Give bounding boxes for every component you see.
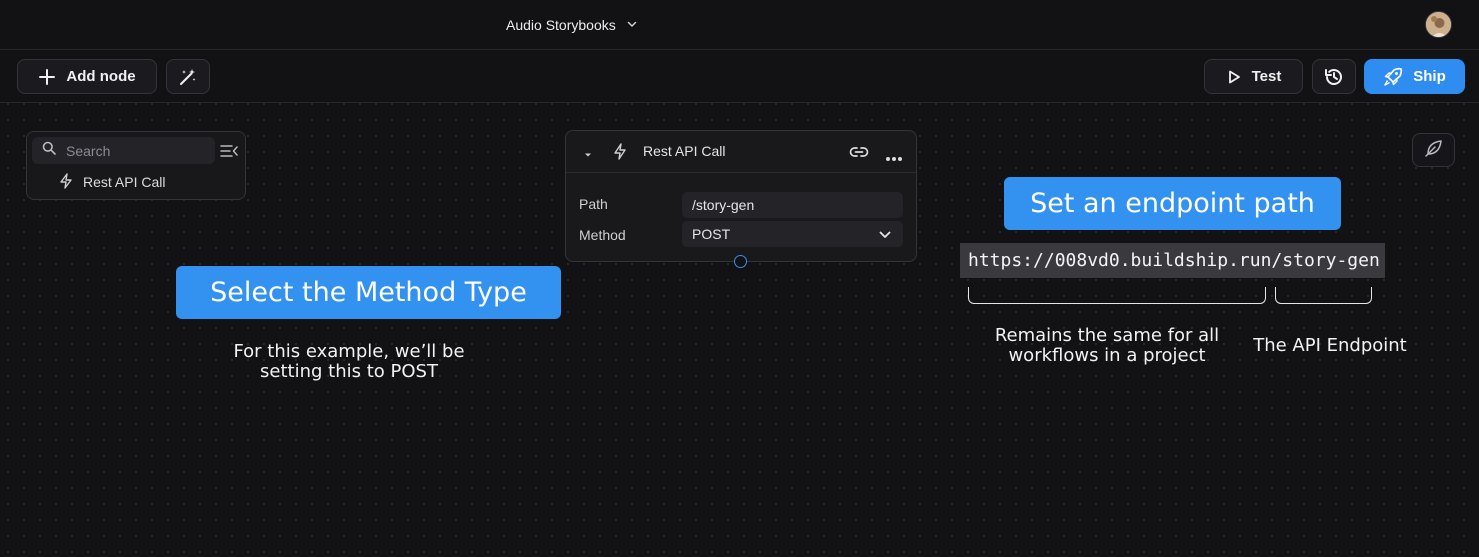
add-node-label: Add node: [66, 68, 136, 85]
path-label: Path: [579, 196, 608, 212]
node-output-handle[interactable]: [734, 255, 747, 268]
search-input[interactable]: Search: [32, 137, 215, 164]
corner-tool-button[interactable]: [1412, 133, 1455, 167]
endpoint-caption: The API Endpoint: [1253, 335, 1407, 356]
top-bar: Audio Storybooks: [0, 0, 1479, 50]
endpoint-callout: Set an endpoint path: [1004, 177, 1341, 230]
project-selector[interactable]: Audio Storybooks: [506, 15, 638, 35]
method-value: POST: [692, 226, 731, 242]
path-value: /story-gen: [692, 197, 755, 213]
list-item-rest-api-call[interactable]: Rest API Call: [59, 172, 165, 192]
rest-api-call-node[interactable]: Rest API Call Path /story-gen Method POS…: [565, 130, 917, 262]
method-label: Method: [579, 227, 626, 243]
avatar[interactable]: [1425, 11, 1452, 38]
history-button[interactable]: [1312, 59, 1356, 94]
add-node-button[interactable]: Add node: [17, 59, 157, 94]
link-icon[interactable]: [849, 143, 869, 166]
path-input[interactable]: /story-gen: [682, 192, 903, 218]
method-select[interactable]: POST: [682, 221, 903, 247]
ship-label: Ship: [1413, 68, 1446, 85]
test-button[interactable]: Test: [1204, 59, 1303, 94]
chevron-down-icon: [626, 17, 638, 33]
endpoint-url: https://008vd0.buildship.run/story-gen: [960, 243, 1385, 278]
lightning-icon: [613, 143, 627, 165]
project-title: Audio Storybooks: [506, 17, 616, 33]
lightning-icon: [59, 172, 73, 192]
magic-wand-button[interactable]: [166, 59, 210, 94]
rocket-icon: [1383, 67, 1403, 87]
magic-wand-icon: [178, 67, 198, 87]
plus-icon: [38, 68, 56, 86]
collapse-panel-icon[interactable]: [220, 142, 238, 160]
collapse-node-icon[interactable]: [583, 147, 593, 165]
toolbar: Add node Test Ship: [0, 51, 1479, 103]
more-icon[interactable]: [885, 149, 903, 167]
node-header: Rest API Call: [566, 131, 916, 173]
ship-button[interactable]: Ship: [1364, 59, 1465, 94]
node-title: Rest API Call: [643, 143, 726, 159]
test-label: Test: [1251, 68, 1282, 85]
node-library-panel: Search Rest API Call: [26, 131, 246, 200]
history-icon: [1323, 66, 1345, 88]
play-icon: [1226, 69, 1242, 85]
chevron-down-icon: [878, 228, 892, 244]
search-icon: [42, 141, 56, 160]
leaf-icon: [1424, 138, 1444, 163]
project-caption: Remains the same for all workflows in a …: [994, 325, 1220, 366]
method-callout: Select the Method Type: [176, 266, 561, 319]
search-placeholder: Search: [66, 142, 111, 159]
list-item-label: Rest API Call: [83, 174, 166, 190]
method-caption: For this example, we’ll be setting this …: [233, 341, 465, 382]
endpoint-path-brace: [1275, 287, 1372, 304]
project-url-brace: [968, 287, 1266, 304]
